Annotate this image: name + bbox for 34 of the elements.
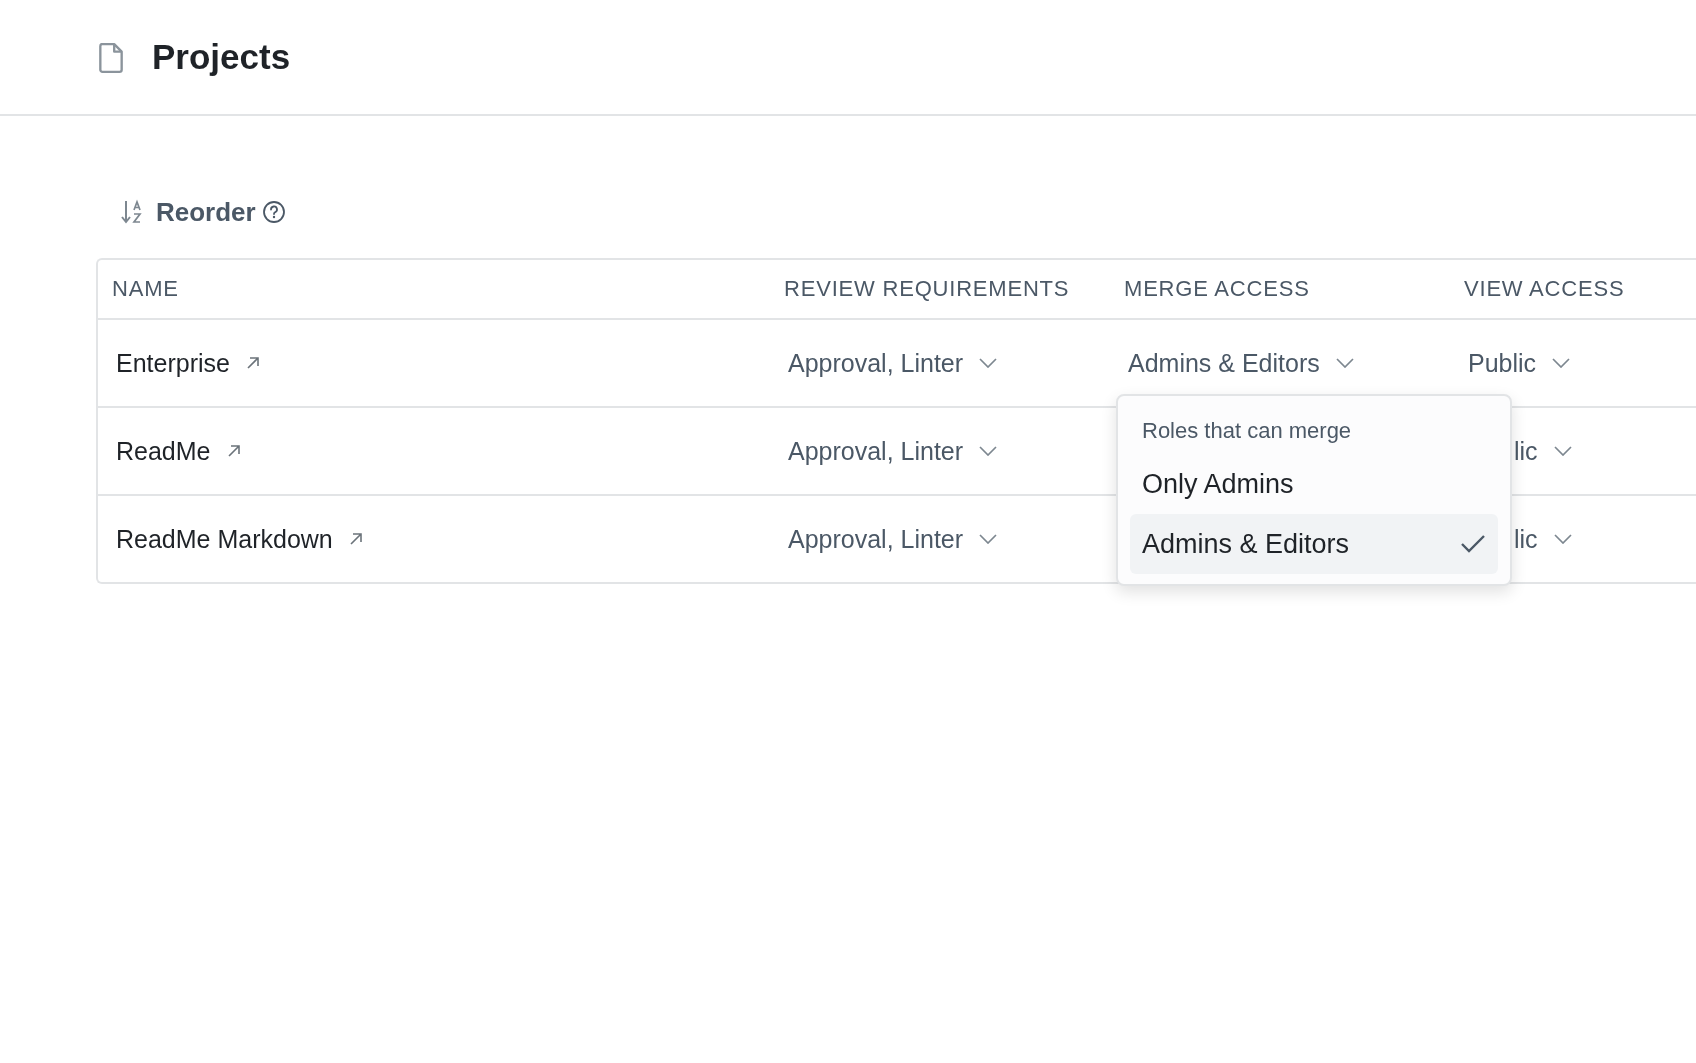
page-title: Projects bbox=[152, 37, 291, 77]
chevron-down-icon[interactable] bbox=[1553, 534, 1572, 544]
review-select[interactable]: Approval, Linter bbox=[788, 436, 964, 466]
external-link-icon[interactable] bbox=[348, 532, 363, 546]
view-select[interactable]: lic bbox=[1514, 524, 1538, 554]
checkmark-icon bbox=[1460, 534, 1486, 554]
external-link-icon[interactable] bbox=[226, 444, 241, 458]
chevron-down-icon[interactable] bbox=[1553, 446, 1572, 456]
menu-option[interactable]: Admins & Editors bbox=[1130, 514, 1498, 574]
reorder-button[interactable]: Reorder bbox=[120, 196, 256, 228]
view-select[interactable]: Public bbox=[1468, 348, 1537, 378]
document-icon bbox=[98, 42, 124, 74]
review-select[interactable]: Approval, Linter bbox=[788, 348, 964, 378]
review-select[interactable]: Approval, Linter bbox=[788, 524, 964, 554]
project-link[interactable]: ReadMe bbox=[116, 436, 211, 466]
menu-option[interactable]: Only Admins bbox=[1142, 454, 1486, 514]
merge-select[interactable]: Admins & Editors bbox=[1128, 348, 1320, 378]
menu-heading: Roles that can merge bbox=[1142, 418, 1353, 444]
project-link[interactable]: Enterprise bbox=[116, 348, 230, 378]
column-header: VIEW ACCESS bbox=[1463, 276, 1626, 302]
chevron-down-icon[interactable] bbox=[1552, 358, 1571, 368]
column-header: NAME bbox=[111, 276, 180, 302]
column-header: REVIEW REQUIREMENTS bbox=[783, 276, 1071, 302]
chevron-down-icon[interactable] bbox=[979, 534, 998, 544]
option-label: Only Admins bbox=[1142, 468, 1294, 500]
project-link[interactable]: ReadMe Markdown bbox=[116, 524, 333, 554]
column-header: MERGE ACCESS bbox=[1123, 276, 1311, 302]
help-icon[interactable] bbox=[261, 200, 286, 224]
chevron-down-icon[interactable] bbox=[979, 358, 998, 368]
chevron-down-icon[interactable] bbox=[1335, 358, 1354, 368]
option-label: Admins & Editors bbox=[1142, 528, 1350, 560]
external-link-icon[interactable] bbox=[245, 356, 260, 370]
view-select[interactable]: lic bbox=[1514, 436, 1538, 466]
chevron-down-icon[interactable] bbox=[979, 446, 998, 456]
